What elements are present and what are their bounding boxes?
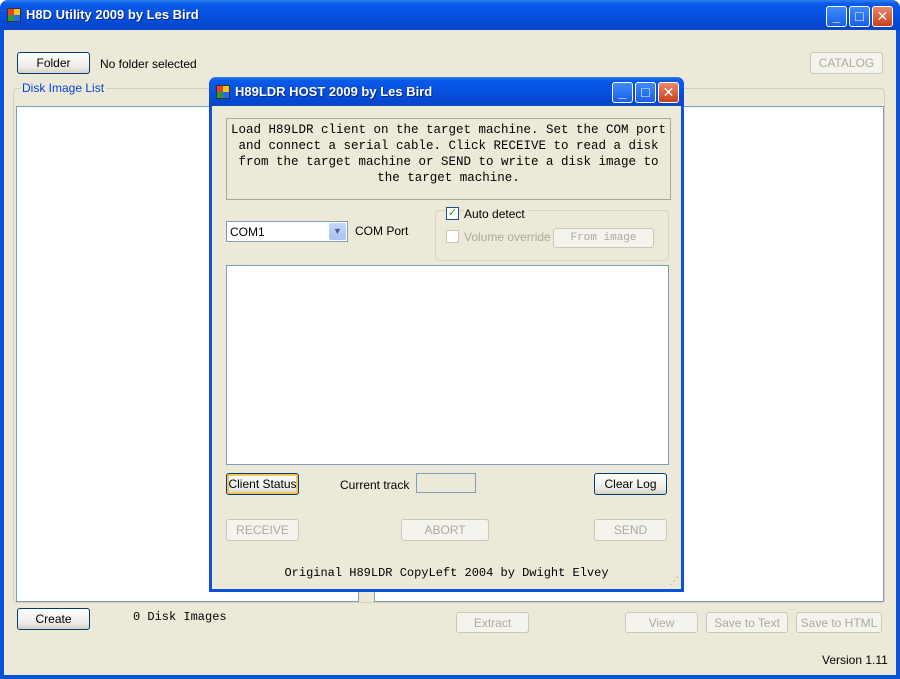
save-to-html-button[interactable]: Save to HTML [796, 612, 882, 633]
disk-image-count: 0 Disk Images [133, 610, 227, 624]
save-to-text-button[interactable]: Save to Text [706, 612, 788, 633]
clear-log-button[interactable]: Clear Log [594, 473, 667, 495]
maximize-icon: □ [641, 84, 650, 100]
com-port-value: COM1 [230, 225, 265, 239]
disk-image-list-label: Disk Image List [20, 81, 107, 95]
folder-status-label: No folder selected [100, 57, 197, 71]
receive-button[interactable]: RECEIVE [226, 519, 299, 541]
extract-button[interactable]: Extract [456, 612, 529, 633]
main-titlebar[interactable]: H8D Utility 2009 by Les Bird _ □ ✕ [0, 0, 900, 30]
volume-override-label: Volume override [464, 230, 551, 244]
auto-detect-label: Auto detect [464, 207, 528, 221]
checkmark-icon: ✓ [447, 207, 458, 219]
current-track-label: Current track [340, 478, 410, 492]
close-icon: ✕ [876, 8, 889, 24]
h89ldr-host-dialog: H89LDR HOST 2009 by Les Bird _ □ ✕ Load … [209, 77, 684, 592]
minimize-icon: _ [618, 84, 627, 100]
current-track-field [416, 473, 476, 493]
client-status-button[interactable]: Client Status [226, 473, 299, 495]
com-port-label: COM Port [355, 224, 409, 238]
version-label: Version 1.11 [822, 653, 888, 667]
log-output[interactable] [226, 265, 669, 465]
auto-detect-checkbox[interactable]: ✓ [446, 207, 459, 220]
dialog-maximize-button[interactable]: □ [635, 82, 656, 103]
app-icon [7, 8, 21, 22]
close-button[interactable]: ✕ [872, 6, 893, 27]
dialog-app-icon [216, 85, 230, 99]
dialog-titlebar[interactable]: H89LDR HOST 2009 by Les Bird _ □ ✕ [209, 77, 684, 106]
folder-button[interactable]: Folder [17, 52, 90, 74]
maximize-button[interactable]: □ [849, 6, 870, 27]
instructions-text: Load H89LDR client on the target machine… [226, 118, 671, 200]
chevron-down-icon[interactable]: ▼ [329, 223, 346, 240]
abort-button[interactable]: ABORT [401, 519, 489, 541]
main-window-title: H8D Utility 2009 by Les Bird [26, 7, 199, 22]
dialog-client-area: Load H89LDR client on the target machine… [212, 106, 681, 589]
com-port-select[interactable]: COM1 ▼ [226, 221, 348, 242]
dialog-minimize-button[interactable]: _ [612, 82, 633, 103]
dialog-title: H89LDR HOST 2009 by Les Bird [235, 84, 433, 99]
dialog-close-button[interactable]: ✕ [658, 82, 679, 103]
maximize-icon: □ [855, 8, 864, 24]
volume-override-checkbox[interactable] [446, 230, 459, 243]
create-button[interactable]: Create [17, 608, 90, 630]
resize-grip-icon[interactable]: ⋰ [669, 576, 679, 587]
close-icon: ✕ [662, 84, 675, 100]
send-button[interactable]: SEND [594, 519, 667, 541]
catalog-button[interactable]: CATALOG [810, 52, 883, 74]
view-button[interactable]: View [625, 612, 698, 633]
minimize-button[interactable]: _ [826, 6, 847, 27]
from-image-button[interactable]: From image [553, 228, 654, 248]
copyright-label: Original H89LDR CopyLeft 2004 by Dwight … [284, 566, 609, 580]
minimize-icon: _ [832, 8, 841, 24]
